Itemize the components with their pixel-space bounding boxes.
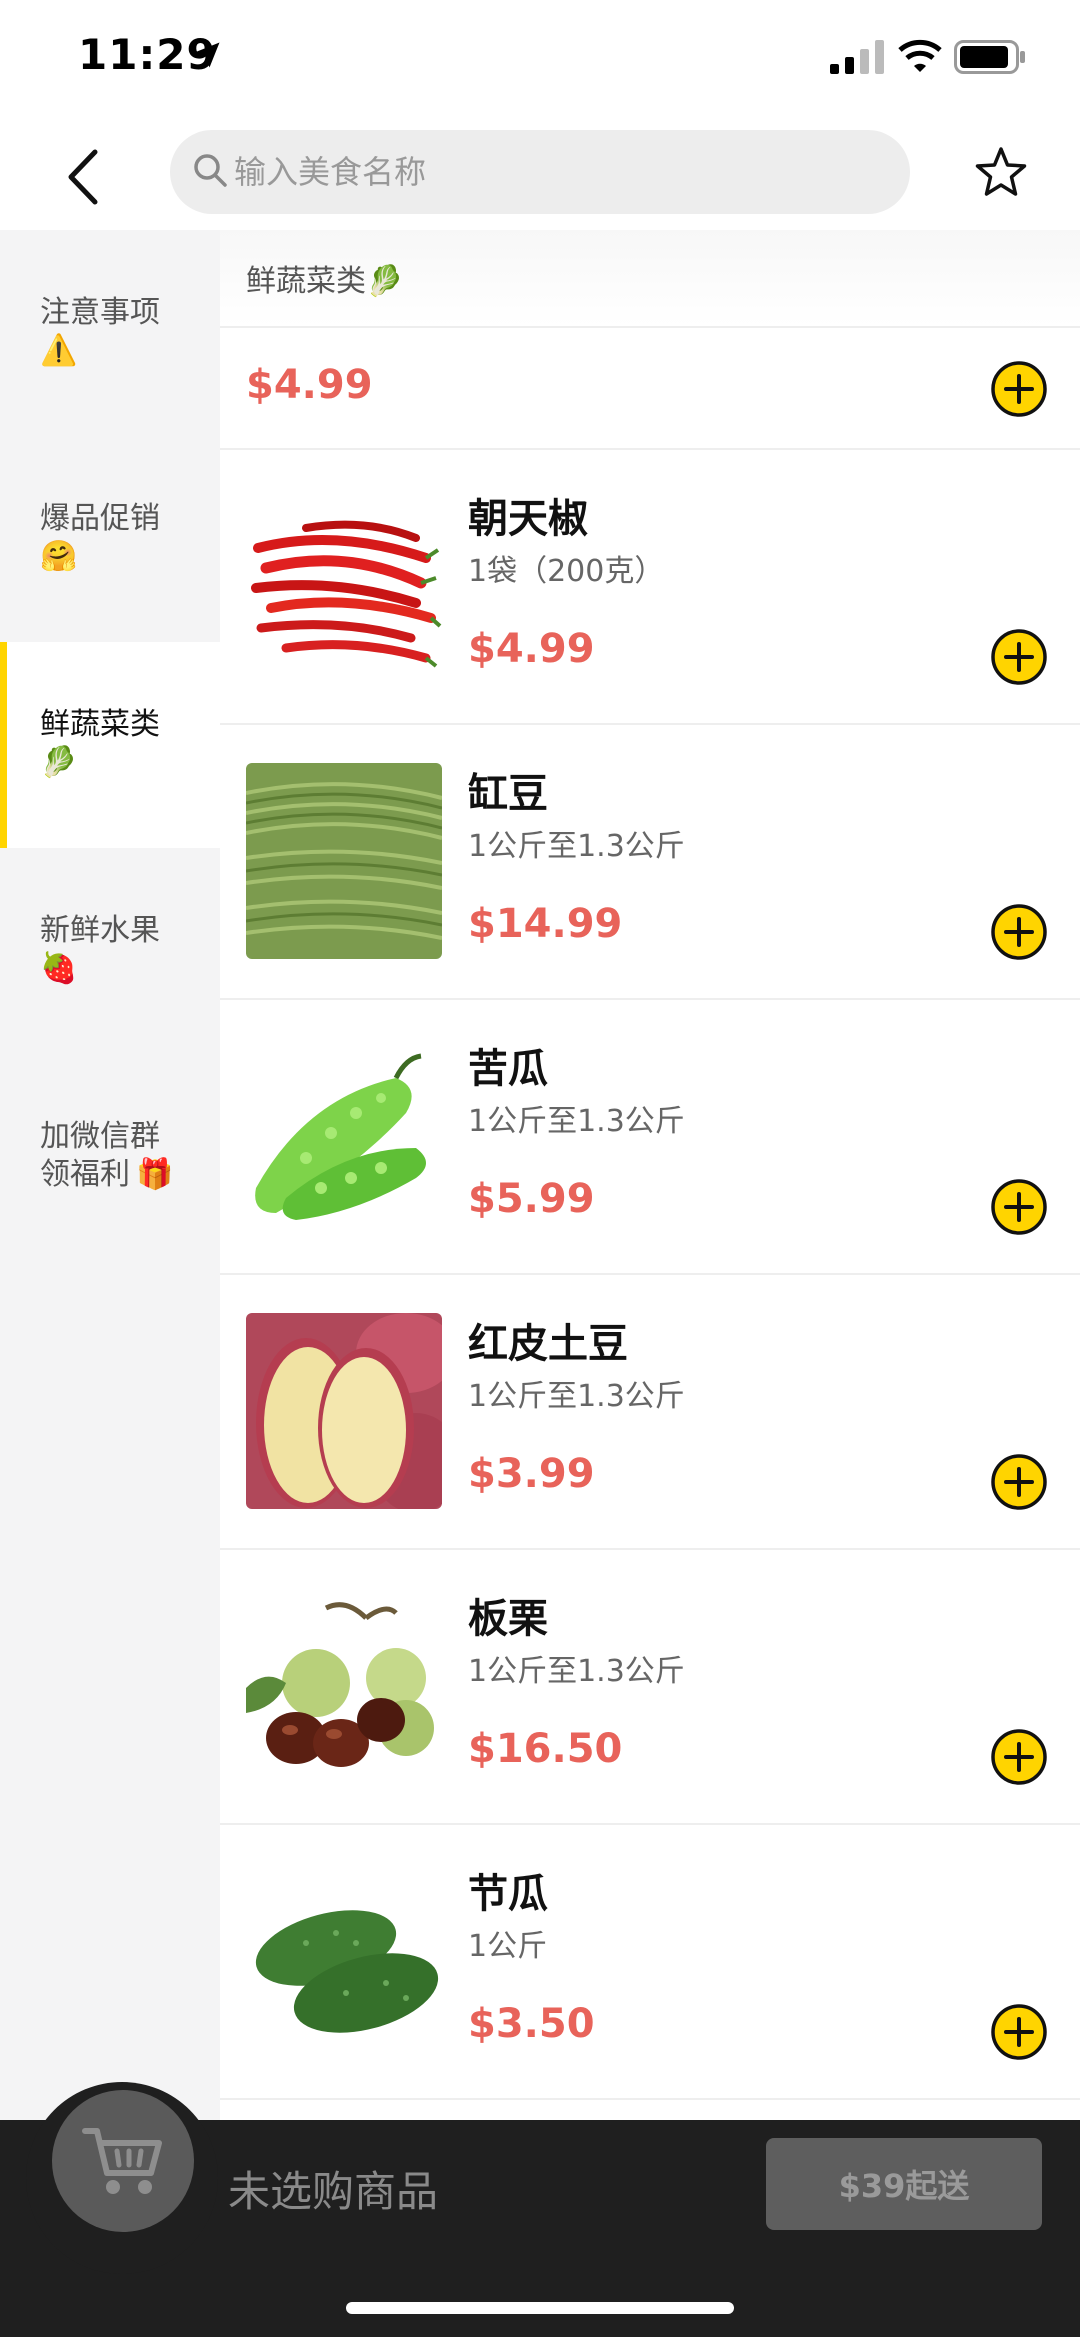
favorite-star-icon[interactable] xyxy=(972,144,1030,202)
product-name: 朝天椒 xyxy=(468,496,588,542)
add-to-cart-button[interactable] xyxy=(990,628,1048,686)
list-item[interactable]: 苦瓜 1公斤至1.3公斤 $5.99 xyxy=(220,1000,1080,1275)
sidebar-item-label: 注意事项 xyxy=(40,295,160,330)
shopping-cart-icon xyxy=(82,2128,162,2194)
sidebar-item-wechat-group[interactable]: 加微信群 领福利 🎁 xyxy=(0,1054,220,1260)
product-price: $14.99 xyxy=(468,901,623,947)
cart-status: 未选购商品 xyxy=(228,2167,439,2216)
location-arrow-icon xyxy=(194,42,220,68)
product-spec: 1公斤至1.3公斤 xyxy=(468,1379,685,1414)
product-image-long-beans xyxy=(246,763,442,959)
list-item[interactable]: 缸豆 1公斤至1.3公斤 $14.99 xyxy=(220,725,1080,1000)
sidebar-item-label: 新鲜水果 xyxy=(40,913,160,948)
hugging-face-emoji-icon: 🤗 xyxy=(40,539,78,574)
wifi-icon xyxy=(898,39,942,72)
status-bar: 11:29 xyxy=(0,0,1080,120)
sidebar-item-notice[interactable]: 注意事项 ⚠️ xyxy=(0,230,220,436)
product-image-red-potato xyxy=(246,1313,442,1509)
list-item[interactable]: 朝天椒 1袋（200克） $4.99 xyxy=(220,450,1080,725)
add-to-cart-button[interactable] xyxy=(990,903,1048,961)
product-image-hairy-gourd xyxy=(246,1863,442,2059)
cart-button[interactable] xyxy=(52,2090,194,2232)
leafy-green-emoji-icon: 🥬 xyxy=(40,745,78,780)
checkout-button[interactable]: $39起送 xyxy=(766,2138,1042,2230)
sidebar-item-vegetables[interactable]: 鲜蔬菜类 🥬 xyxy=(0,642,220,848)
home-indicator xyxy=(346,2302,734,2314)
product-image-chili xyxy=(246,488,442,684)
sidebar-item-fruits[interactable]: 新鲜水果 🍓 xyxy=(0,848,220,1054)
search-icon xyxy=(194,154,227,187)
product-spec: 1公斤至1.3公斤 xyxy=(468,1654,685,1689)
battery-icon xyxy=(954,40,1025,74)
product-spec: 1公斤至1.3公斤 xyxy=(468,1104,685,1139)
list-item[interactable]: 板栗 1公斤至1.3公斤 $16.50 xyxy=(220,1550,1080,1825)
product-price: $4.99 xyxy=(468,626,595,672)
list-item[interactable]: 红皮土豆 1公斤至1.3公斤 $3.99 xyxy=(220,1275,1080,1550)
header xyxy=(0,120,1080,230)
sidebar-item-label: 鲜蔬菜类 xyxy=(40,707,160,742)
back-button[interactable] xyxy=(52,142,112,212)
add-to-cart-button[interactable] xyxy=(990,1728,1048,1786)
sidebar-item-label: 爆品促销 xyxy=(40,501,160,536)
sidebar-item-label: 加微信群 领福利 xyxy=(40,1119,160,1192)
product-name: 红皮土豆 xyxy=(468,1321,628,1367)
category-sidebar: 注意事项 ⚠️ 爆品促销 🤗 鲜蔬菜类 🥬 新鲜水果 🍓 加微信群 领福利 🎁 xyxy=(0,230,220,2120)
list-item: $4.99 xyxy=(220,328,1080,450)
add-to-cart-button[interactable] xyxy=(990,2003,1048,2061)
product-name: 缸豆 xyxy=(468,771,548,817)
product-price: $16.50 xyxy=(468,1726,623,1772)
product-spec: 1公斤 xyxy=(468,1929,548,1964)
search-input[interactable] xyxy=(234,130,874,214)
search-box[interactable] xyxy=(170,130,910,214)
add-to-cart-button[interactable] xyxy=(990,1453,1048,1511)
product-price: $3.99 xyxy=(468,1451,595,1497)
product-name: 苦瓜 xyxy=(468,1046,548,1092)
warning-emoji-icon: ⚠️ xyxy=(40,333,78,368)
add-to-cart-button[interactable] xyxy=(990,360,1048,418)
section-header: 鲜蔬菜类🥬 xyxy=(220,230,1080,328)
product-price: $4.99 xyxy=(246,362,373,408)
product-name: 节瓜 xyxy=(468,1871,548,1917)
product-spec: 1公斤至1.3公斤 xyxy=(468,829,685,864)
gift-emoji-icon: 🎁 xyxy=(136,1157,174,1192)
sidebar-item-promotions[interactable]: 爆品促销 🤗 xyxy=(0,436,220,642)
chevron-left-icon xyxy=(68,149,98,205)
product-spec: 1袋（200克） xyxy=(468,554,665,589)
product-name: 板栗 xyxy=(468,1596,548,1642)
product-list: 鲜蔬菜类🥬 $4.99 朝天椒 1袋（200克） $4.99 缸豆 1公斤至1.… xyxy=(220,230,1080,2120)
list-item[interactable]: 节瓜 1公斤 $3.50 xyxy=(220,1825,1080,2100)
add-to-cart-button[interactable] xyxy=(990,1178,1048,1236)
product-price: $5.99 xyxy=(468,1176,595,1222)
product-price: $3.50 xyxy=(468,2001,595,2047)
strawberry-emoji-icon: 🍓 xyxy=(40,951,78,986)
product-image-bitter-melon xyxy=(246,1038,442,1234)
product-image-chestnuts xyxy=(246,1588,442,1784)
signal-icon xyxy=(830,40,884,74)
